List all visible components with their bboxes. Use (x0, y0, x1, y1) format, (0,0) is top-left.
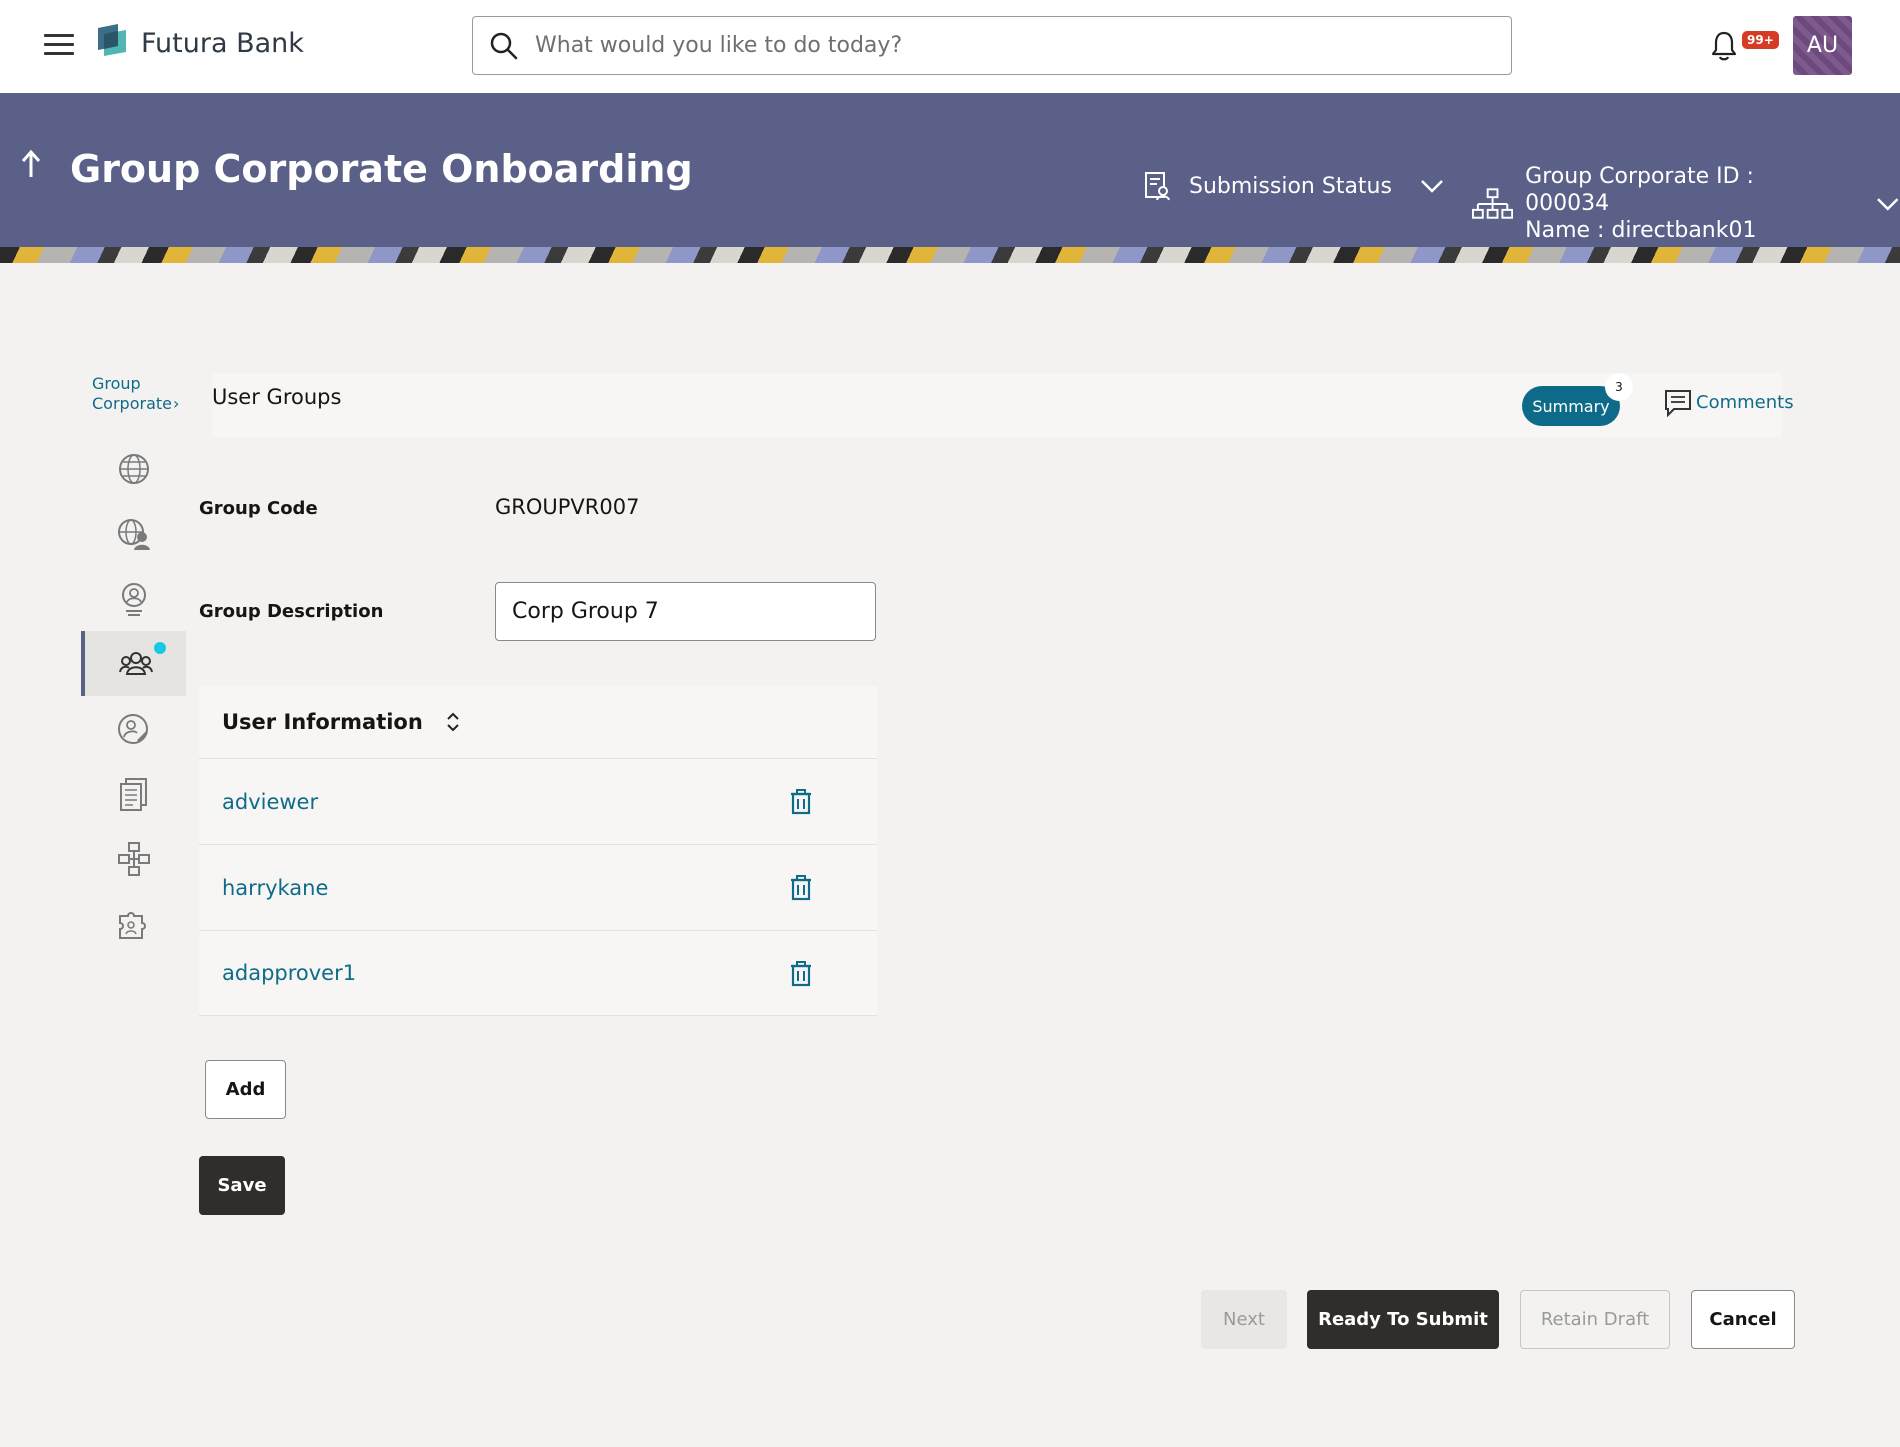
chevron-down-icon (1877, 197, 1899, 211)
save-button[interactable]: Save (199, 1156, 285, 1215)
username-link[interactable]: adapprover1 (222, 961, 356, 985)
user-badge-icon (121, 582, 146, 616)
side-navigation (81, 436, 186, 956)
nav-item-globe-user[interactable] (81, 501, 186, 566)
notification-count-badge: 99+ (1742, 31, 1779, 49)
back-arrow-icon[interactable] (20, 149, 42, 179)
nav-item-user-groups[interactable] (81, 631, 186, 696)
nav-item-user-badge[interactable] (81, 566, 186, 631)
documents-icon (119, 777, 147, 811)
cancel-button[interactable]: Cancel (1691, 1290, 1795, 1349)
delete-icon[interactable] (789, 875, 813, 901)
delete-icon[interactable] (789, 961, 813, 987)
user-edit-icon (117, 713, 148, 744)
sort-icon (447, 712, 459, 732)
group-corporate-name: Name : directbank01 (1525, 218, 1757, 243)
page-title: Group Corporate Onboarding (70, 147, 693, 191)
hamburger-menu-icon[interactable] (44, 34, 74, 56)
submission-document-icon (1145, 172, 1170, 201)
section-title: User Groups (212, 385, 342, 409)
nav-item-documents[interactable] (81, 761, 186, 826)
summary-count-badge: 3 (1605, 373, 1633, 401)
chevron-down-icon (1421, 180, 1443, 193)
group-description-label: Group Description (199, 601, 384, 622)
table-row: adapprover1 (199, 930, 877, 1016)
submission-status-label: Submission Status (1189, 173, 1392, 199)
group-corporate-id: Group Corporate ID : 000034 (1525, 164, 1754, 216)
banner-pattern-strip (0, 247, 1900, 263)
top-bar: Futura Bank 99+ AU (0, 0, 1900, 93)
breadcrumb-line-2: Corporate (92, 394, 172, 413)
next-button[interactable]: Next (1201, 1290, 1287, 1349)
table-row: harrykane (199, 844, 877, 930)
nav-item-workflow[interactable] (81, 826, 186, 891)
username-link[interactable]: harrykane (222, 876, 328, 900)
active-indicator-dot (154, 642, 166, 654)
futura-bank-logo (98, 24, 126, 56)
search-icon (490, 32, 518, 59)
page-banner: Group Corporate Onboarding Submission St… (0, 93, 1900, 263)
ready-to-submit-button[interactable]: Ready To Submit (1307, 1290, 1499, 1349)
workflow-icon (117, 841, 150, 876)
group-corporate-selector[interactable]: Group Corporate ID : 000034 Name : direc… (1472, 163, 1900, 244)
user-information-title: User Information (222, 710, 423, 734)
nav-item-puzzle-users[interactable] (81, 891, 186, 956)
comments-label: Comments (1696, 391, 1794, 413)
breadcrumb[interactable]: Group Corporate › (92, 374, 179, 414)
user-group-icon (118, 651, 153, 675)
user-information-table: User Information adviewer harrykane adap… (199, 686, 877, 1016)
org-chart-icon (1472, 187, 1514, 219)
nav-item-globe[interactable] (81, 436, 186, 501)
group-code-label: Group Code (199, 498, 318, 519)
submission-status-dropdown[interactable]: Submission Status (1143, 171, 1444, 201)
user-avatar[interactable]: AU (1793, 16, 1852, 75)
section-header: User Groups Summary 3 Comments (212, 373, 1794, 437)
group-description-input[interactable] (495, 582, 876, 641)
globe-icon (118, 453, 149, 484)
add-button[interactable]: Add (205, 1060, 286, 1119)
user-information-header[interactable]: User Information (199, 686, 877, 758)
retain-draft-button[interactable]: Retain Draft (1520, 1290, 1670, 1349)
chevron-right-icon: › (173, 394, 180, 413)
brand-name: Futura Bank (141, 28, 304, 59)
table-row: adviewer (199, 758, 877, 844)
comments-link[interactable]: Comments (1664, 387, 1794, 417)
delete-icon[interactable] (789, 789, 813, 815)
puzzle-users-icon (118, 911, 146, 939)
globe-user-icon (117, 518, 150, 550)
comments-icon (1665, 390, 1691, 417)
notification-bell-icon[interactable] (1709, 30, 1739, 62)
username-link[interactable]: adviewer (222, 790, 318, 814)
group-code-value: GROUPVR007 (495, 495, 640, 519)
search-bar[interactable] (472, 16, 1512, 75)
nav-item-user-edit[interactable] (81, 696, 186, 761)
search-input[interactable] (535, 33, 1511, 58)
breadcrumb-line-1: Group (92, 374, 141, 393)
